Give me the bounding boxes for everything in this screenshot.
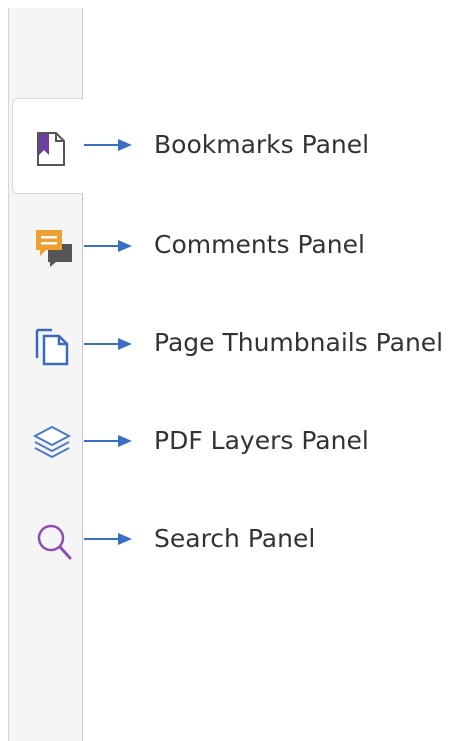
arrow-comments <box>84 240 132 252</box>
bookmarks-panel-label: Bookmarks Panel <box>154 130 370 159</box>
page-thumbnails-icon[interactable] <box>34 326 69 366</box>
search-panel-label: Search Panel <box>154 524 316 553</box>
page-thumbnails-panel-label: Page Thumbnails Panel <box>154 328 444 357</box>
layers-icon[interactable] <box>32 424 72 459</box>
pdf-layers-panel-label: PDF Layers Panel <box>154 426 369 455</box>
comments-panel-label: Comments Panel <box>154 230 365 259</box>
comments-icon[interactable] <box>34 228 72 267</box>
arrow-bookmarks <box>84 139 132 151</box>
arrow-layers <box>84 435 132 447</box>
arrow-search <box>84 533 132 545</box>
arrow-thumbnails <box>84 338 132 350</box>
search-icon[interactable] <box>34 522 72 560</box>
bookmark-icon[interactable] <box>36 131 66 166</box>
